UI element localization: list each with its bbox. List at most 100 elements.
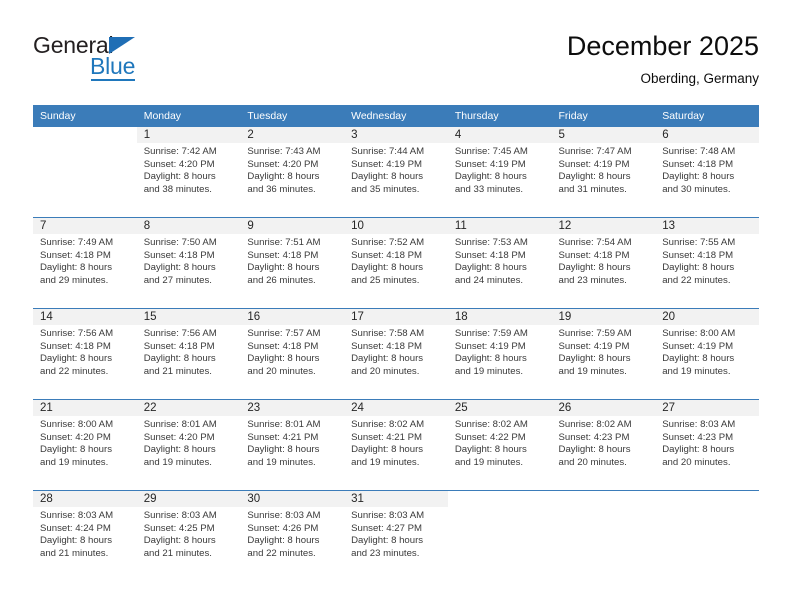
daylight-text-line1: Daylight: 8 hours bbox=[351, 353, 424, 365]
calendar-day-cell[interactable]: 28 Sunrise: 8:03 AM Sunset: 4:24 PM Dayligh… bbox=[33, 490, 137, 581]
calendar-day-cell[interactable]: 10 Sunrise: 7:52 AM Sunset: 4:18 PM Dayligh… bbox=[344, 217, 448, 309]
daylight-text-line1: Daylight: 8 hours bbox=[558, 171, 631, 183]
day-number: 7 bbox=[33, 218, 137, 234]
sunrise-text: Sunrise: 7:43 AM bbox=[247, 146, 321, 157]
sunset-text: Sunset: 4:19 PM bbox=[454, 340, 526, 352]
day-cell-inner: 13 Sunrise: 7:55 AM Sunset: 4:18 PM Dayligh… bbox=[655, 218, 759, 308]
daylight-text-line1: Daylight: 8 hours bbox=[662, 353, 735, 365]
day-details: Sunrise: 8:03 AM Sunset: 4:24 PM Daylight:… bbox=[33, 507, 137, 560]
daylight-text-line2: and 19 minutes. bbox=[558, 365, 627, 377]
daylight-text-line1: Daylight: 8 hours bbox=[247, 353, 320, 365]
day-cell-inner: 30 Sunrise: 8:03 AM Sunset: 4:26 PM Dayligh… bbox=[240, 491, 345, 581]
calendar-day-cell[interactable]: 16 Sunrise: 7:57 AM Sunset: 4:18 PM Dayligh… bbox=[240, 308, 345, 400]
sunrise-text: Sunrise: 7:48 AM bbox=[662, 146, 736, 157]
sunrise-text: Sunrise: 8:03 AM bbox=[662, 419, 736, 430]
calendar-day-cell[interactable]: 4 Sunrise: 7:45 AM Sunset: 4:19 PM Daylight… bbox=[447, 127, 552, 218]
day-cell-inner: 26 Sunrise: 8:02 AM Sunset: 4:23 PM Dayligh… bbox=[551, 400, 656, 490]
day-number: 19 bbox=[551, 309, 656, 325]
day-number: 16 bbox=[240, 309, 345, 325]
sunset-text: Sunset: 4:18 PM bbox=[40, 249, 111, 261]
day-details: Sunrise: 8:02 AM Sunset: 4:23 PM Daylight:… bbox=[552, 416, 656, 469]
daylight-text-line1: Daylight: 8 hours bbox=[143, 171, 216, 183]
sunrise-text: Sunrise: 7:52 AM bbox=[351, 237, 425, 248]
day-cell-inner: 16 Sunrise: 7:57 AM Sunset: 4:18 PM Dayligh… bbox=[240, 309, 345, 399]
calendar-day-cell[interactable]: 27 Sunrise: 8:03 AM Sunset: 4:23 PM Dayligh… bbox=[655, 399, 759, 491]
calendar-day-cell[interactable]: 22 Sunrise: 8:01 AM Sunset: 4:20 PM Dayligh… bbox=[136, 399, 241, 491]
day-details: Sunrise: 7:57 AM Sunset: 4:18 PM Daylight:… bbox=[240, 325, 344, 378]
sunset-text: Sunset: 4:22 PM bbox=[454, 431, 526, 443]
day-cell-inner: 5 Sunrise: 7:47 AM Sunset: 4:19 PM Daylight… bbox=[551, 127, 656, 217]
day-cell-inner: 2 Sunrise: 7:43 AM Sunset: 4:20 PM Daylight… bbox=[240, 127, 345, 217]
daylight-text-line2: and 19 minutes. bbox=[247, 456, 316, 468]
calendar-day-cell[interactable]: 31 Sunrise: 8:03 AM Sunset: 4:27 PM Dayligh… bbox=[344, 490, 448, 581]
calendar-day-cell[interactable]: 15 Sunrise: 7:56 AM Sunset: 4:18 PM Dayligh… bbox=[136, 308, 241, 400]
day-number: 25 bbox=[447, 400, 552, 416]
day-details: Sunrise: 8:01 AM Sunset: 4:20 PM Daylight:… bbox=[137, 416, 241, 469]
day-cell-inner: 10 Sunrise: 7:52 AM Sunset: 4:18 PM Dayligh… bbox=[344, 218, 448, 308]
calendar-day-cell[interactable]: 7 Sunrise: 7:49 AM Sunset: 4:18 PM Daylight… bbox=[33, 217, 137, 309]
page-header: General Blue December 2025 Oberding, Ger… bbox=[33, 30, 759, 100]
daylight-text-line1: Daylight: 8 hours bbox=[454, 171, 527, 183]
calendar-day-cell[interactable]: 26 Sunrise: 8:02 AM Sunset: 4:23 PM Dayligh… bbox=[551, 399, 656, 491]
calendar-day-cell[interactable]: 30 Sunrise: 8:03 AM Sunset: 4:26 PM Dayligh… bbox=[240, 490, 345, 581]
calendar-day-cell[interactable]: 20 Sunrise: 8:00 AM Sunset: 4:19 PM Dayligh… bbox=[655, 308, 759, 400]
day-number: 18 bbox=[447, 309, 552, 325]
day-number: 9 bbox=[240, 218, 345, 234]
calendar-day-cell[interactable]: 23 Sunrise: 8:01 AM Sunset: 4:21 PM Dayligh… bbox=[240, 399, 345, 491]
calendar-day-cell[interactable]: 8 Sunrise: 7:50 AM Sunset: 4:18 PM Daylight… bbox=[136, 217, 241, 309]
calendar-day-cell[interactable]: 25 Sunrise: 8:02 AM Sunset: 4:22 PM Dayligh… bbox=[447, 399, 552, 491]
day-number: 2 bbox=[240, 127, 345, 143]
calendar-day-cell[interactable]: 11 Sunrise: 7:53 AM Sunset: 4:18 PM Dayligh… bbox=[447, 217, 552, 309]
calendar-day-cell[interactable]: 5 Sunrise: 7:47 AM Sunset: 4:19 PM Daylight… bbox=[551, 127, 656, 218]
day-details: Sunrise: 8:02 AM Sunset: 4:21 PM Daylight:… bbox=[344, 416, 448, 469]
calendar-day-cell[interactable]: 1 Sunrise: 7:42 AM Sunset: 4:20 PM Daylight… bbox=[136, 127, 241, 218]
calendar-day-cell[interactable]: 21 Sunrise: 8:00 AM Sunset: 4:20 PM Dayligh… bbox=[33, 399, 137, 491]
daylight-text-line1: Daylight: 8 hours bbox=[40, 535, 112, 547]
weekday-header-thursday: Thursday bbox=[447, 105, 552, 127]
sunrise-text: Sunrise: 7:49 AM bbox=[40, 237, 114, 248]
calendar-day-cell[interactable]: 19 Sunrise: 7:59 AM Sunset: 4:19 PM Dayligh… bbox=[551, 308, 656, 400]
calendar-day-cell[interactable]: 14 Sunrise: 7:56 AM Sunset: 4:18 PM Dayligh… bbox=[33, 308, 137, 400]
calendar-day-cell[interactable]: 24 Sunrise: 8:02 AM Sunset: 4:21 PM Dayligh… bbox=[344, 399, 448, 491]
daylight-text-line2: and 21 minutes. bbox=[40, 547, 109, 559]
day-cell-inner: 8 Sunrise: 7:50 AM Sunset: 4:18 PM Daylight… bbox=[136, 218, 241, 308]
daylight-text-line2: and 19 minutes. bbox=[454, 456, 524, 468]
daylight-text-line2: and 24 minutes. bbox=[454, 274, 524, 286]
day-number: 4 bbox=[447, 127, 552, 143]
sunset-text: Sunset: 4:18 PM bbox=[247, 249, 319, 261]
day-number: 15 bbox=[136, 309, 241, 325]
daylight-text-line1: Daylight: 8 hours bbox=[454, 262, 527, 274]
calendar-week-row: 21 Sunrise: 8:00 AM Sunset: 4:20 PM Dayligh… bbox=[33, 399, 759, 491]
page-title: December 2025 bbox=[566, 31, 759, 61]
calendar-body: 1 Sunrise: 7:42 AM Sunset: 4:20 PM Daylight… bbox=[33, 127, 759, 581]
weekday-header-saturday: Saturday bbox=[655, 105, 759, 127]
day-number: 29 bbox=[136, 491, 241, 507]
sunrise-text: Sunrise: 7:47 AM bbox=[558, 146, 632, 157]
sunrise-text: Sunrise: 8:01 AM bbox=[143, 419, 217, 430]
day-details: Sunrise: 8:03 AM Sunset: 4:26 PM Daylight:… bbox=[240, 507, 344, 560]
calendar-day-cell[interactable]: 18 Sunrise: 7:59 AM Sunset: 4:19 PM Dayligh… bbox=[447, 308, 552, 400]
daylight-text-line2: and 23 minutes. bbox=[351, 547, 420, 559]
sunrise-text: Sunrise: 8:00 AM bbox=[662, 328, 736, 339]
calendar-week-row: 7 Sunrise: 7:49 AM Sunset: 4:18 PM Daylight… bbox=[33, 217, 759, 309]
daylight-text-line1: Daylight: 8 hours bbox=[558, 353, 631, 365]
day-cell-inner: 12 Sunrise: 7:54 AM Sunset: 4:18 PM Dayligh… bbox=[551, 218, 656, 308]
daylight-text-line1: Daylight: 8 hours bbox=[247, 535, 320, 547]
sunrise-text: Sunrise: 7:44 AM bbox=[351, 146, 425, 157]
calendar-day-cell[interactable]: 6 Sunrise: 7:48 AM Sunset: 4:18 PM Daylight… bbox=[655, 127, 759, 218]
calendar-day-cell[interactable]: 2 Sunrise: 7:43 AM Sunset: 4:20 PM Daylight… bbox=[240, 127, 345, 218]
calendar-day-cell[interactable]: 17 Sunrise: 7:58 AM Sunset: 4:18 PM Dayligh… bbox=[344, 308, 448, 400]
sunset-text: Sunset: 4:26 PM bbox=[247, 522, 319, 534]
day-cell-inner: 22 Sunrise: 8:01 AM Sunset: 4:20 PM Dayligh… bbox=[136, 400, 241, 490]
day-number bbox=[655, 491, 759, 507]
calendar-day-cell[interactable]: 13 Sunrise: 7:55 AM Sunset: 4:18 PM Dayligh… bbox=[655, 217, 759, 309]
calendar-day-cell[interactable]: 9 Sunrise: 7:51 AM Sunset: 4:18 PM Daylight… bbox=[240, 217, 345, 309]
calendar-day-cell[interactable]: 12 Sunrise: 7:54 AM Sunset: 4:18 PM Dayligh… bbox=[551, 217, 656, 309]
daylight-text-line1: Daylight: 8 hours bbox=[40, 444, 112, 456]
general-blue-logo[interactable]: General Blue bbox=[33, 32, 213, 88]
calendar-day-cell[interactable]: 29 Sunrise: 8:03 AM Sunset: 4:25 PM Dayligh… bbox=[136, 490, 241, 581]
sunrise-text: Sunrise: 8:02 AM bbox=[558, 419, 632, 430]
calendar-header-row: Sunday Monday Tuesday Wednesday Thursday… bbox=[33, 105, 759, 127]
calendar-day-cell[interactable]: 3 Sunrise: 7:44 AM Sunset: 4:19 PM Daylight… bbox=[344, 127, 448, 218]
sunset-text: Sunset: 4:18 PM bbox=[351, 249, 423, 261]
